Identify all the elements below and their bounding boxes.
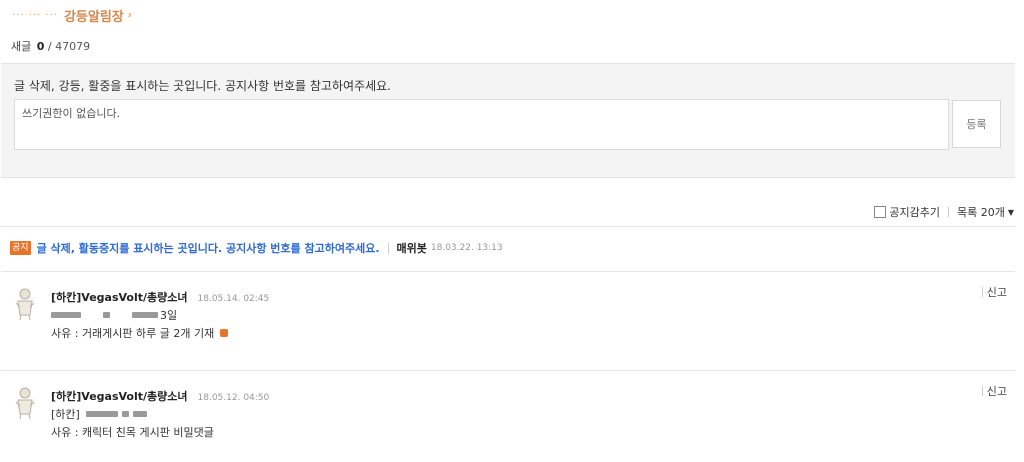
hide-notice-checkbox[interactable] — [874, 206, 887, 218]
comment-detail: [하칸] — [51, 406, 151, 422]
comment-header: [하칸]VegasVolt/총량소녀 18.05.12. 04:50 — [51, 388, 269, 404]
title-dots: ··· ··· ··· — [12, 9, 58, 21]
write-area: 글 삭제, 강등, 활중을 표시하는 곳입니다. 공지사항 번호를 참고하여주세… — [1, 63, 1015, 178]
comment-date: 18.05.12. 04:50 — [197, 393, 270, 403]
comment-prefix: [하칸] — [51, 408, 80, 421]
comment-author[interactable]: [하칸]VegasVolt/총량소녀 — [51, 388, 188, 404]
comment-detail: 3일 — [51, 307, 177, 323]
comment-author[interactable]: [하칸]VegasVolt/총량소녀 — [51, 289, 188, 305]
comment-reason-row: 사유 : 거래게시판 하루 글 2개 기재 — [51, 325, 229, 341]
comment-reason: 사유 : 거래게시판 하루 글 2개 기재 — [51, 327, 215, 340]
report-divider — [981, 386, 983, 396]
redacted-text — [121, 411, 129, 417]
redacted-text — [85, 411, 118, 417]
redacted-text — [51, 312, 81, 318]
pin-icon: ♯ — [127, 10, 132, 20]
notice-divider — [387, 242, 389, 254]
redacted-text — [132, 411, 147, 417]
hide-notice-label[interactable]: 공지감추기 — [889, 204, 940, 220]
redacted-text — [103, 312, 110, 318]
write-input[interactable]: 쓰기권한이 없습니다. — [14, 99, 949, 150]
new-post-label: 새글 — [11, 40, 32, 53]
avatar-icon[interactable] — [14, 287, 36, 321]
comment-duration: 3일 — [160, 309, 178, 322]
avatar-icon[interactable] — [14, 386, 36, 420]
notice-author[interactable]: 매위봇 — [397, 240, 427, 256]
comment-header: [하칸]VegasVolt/총량소녀 18.05.14. 02:45 — [51, 289, 269, 305]
report-divider — [981, 287, 983, 297]
toolbar-divider — [947, 207, 949, 217]
report-label[interactable]: 신고 — [987, 383, 1007, 399]
report-button[interactable]: 신고 — [981, 284, 1007, 300]
list-size-select[interactable]: 목록 20개 — [957, 204, 1005, 220]
redacted-text — [132, 312, 158, 318]
board-title[interactable]: 강등알림장 — [64, 6, 124, 25]
notice-date: 18.03.22. 13:13 — [430, 243, 503, 253]
total-post-count: 47079 — [55, 40, 91, 53]
divider — [1, 226, 1015, 227]
list-toolbar: 공지감추기 목록 20개 ▼ — [874, 204, 1014, 220]
comment-item: [하칸]VegasVolt/총량소녀 18.05.12. 04:50 [하칸] … — [1, 371, 1015, 462]
comment-reason-row: 사유 : 캐릭터 친목 게시판 비밀댓글 — [51, 424, 214, 440]
counter-slash: / — [47, 40, 52, 53]
comment-date: 18.05.14. 02:45 — [197, 294, 270, 304]
caret-down-icon[interactable]: ▼ — [1008, 208, 1014, 217]
notice-text[interactable]: 글 삭제, 활동중지를 표시하는 곳입니다. 공지사항 번호를 참고하여주세요. — [37, 240, 380, 256]
write-notice: 글 삭제, 강등, 활중을 표시하는 곳입니다. 공지사항 번호를 참고하여주세… — [14, 79, 391, 93]
comment-reason: 사유 : 캐릭터 친목 게시판 비밀댓글 — [51, 426, 214, 439]
notice-badge: 공지 — [10, 241, 31, 255]
notice-row: 공지 글 삭제, 활동중지를 표시하는 곳입니다. 공지사항 번호를 참고하여주… — [10, 240, 503, 256]
report-label[interactable]: 신고 — [987, 284, 1007, 300]
reply-icon[interactable] — [220, 329, 229, 337]
report-button[interactable]: 신고 — [981, 383, 1007, 399]
new-post-count: 0 — [36, 40, 45, 53]
post-counter: 새글 0 / 47079 — [11, 38, 90, 54]
submit-button[interactable]: 등록 — [952, 100, 1001, 148]
comment-item: [하칸]VegasVolt/총량소녀 18.05.14. 02:45 3일 사유… — [1, 272, 1015, 370]
board-title-row: ··· ··· ··· 강등알림장 ♯ — [12, 6, 132, 25]
